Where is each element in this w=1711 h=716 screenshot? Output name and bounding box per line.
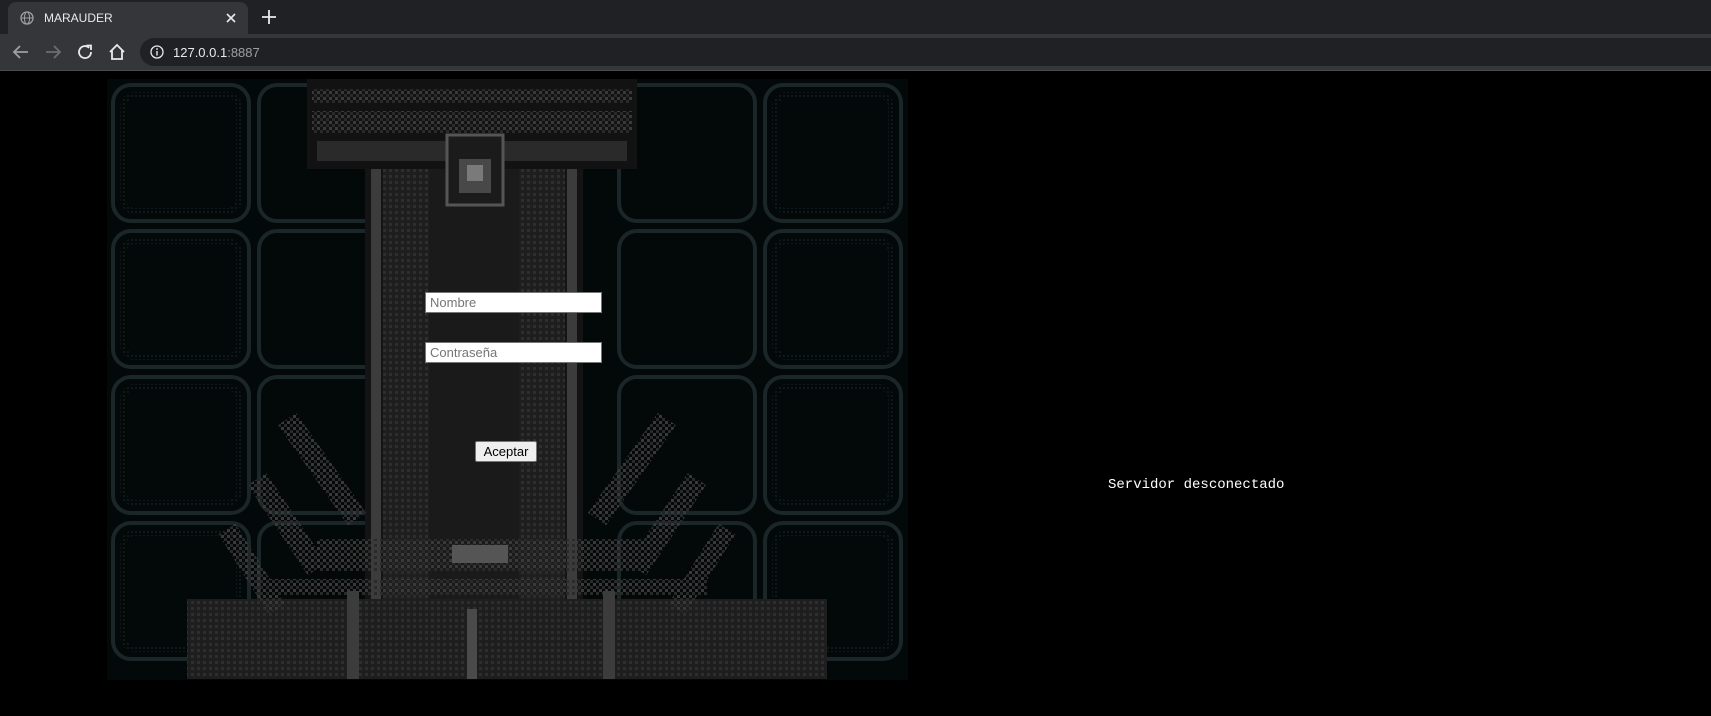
- info-icon[interactable]: [150, 45, 164, 59]
- accept-button[interactable]: Aceptar: [475, 441, 537, 462]
- url-port: :8887: [227, 45, 260, 60]
- forward-arrow-icon[interactable]: [42, 41, 64, 63]
- url-text: 127.0.0.1:8887: [173, 45, 260, 60]
- tab-strip: MARAUDER: [0, 0, 1711, 34]
- reload-icon[interactable]: [74, 41, 96, 63]
- name-input[interactable]: [425, 292, 602, 313]
- plus-icon[interactable]: [259, 7, 279, 27]
- game-login-panel: Aceptar: [107, 79, 908, 680]
- back-arrow-icon[interactable]: [10, 41, 32, 63]
- browser-tab[interactable]: MARAUDER: [8, 2, 248, 34]
- password-input[interactable]: [425, 342, 602, 363]
- address-bar[interactable]: 127.0.0.1:8887: [140, 38, 1711, 66]
- globe-icon: [20, 11, 34, 25]
- browser-toolbar: 127.0.0.1:8887: [0, 34, 1711, 70]
- url-host: 127.0.0.1: [173, 45, 228, 60]
- login-background-art: [107, 79, 908, 680]
- page-viewport: Aceptar Servidor desconectado: [0, 71, 1711, 716]
- home-icon[interactable]: [106, 41, 128, 63]
- tab-title: MARAUDER: [44, 11, 113, 25]
- close-icon[interactable]: [223, 10, 239, 26]
- server-status-text: Servidor desconectado: [1108, 477, 1285, 493]
